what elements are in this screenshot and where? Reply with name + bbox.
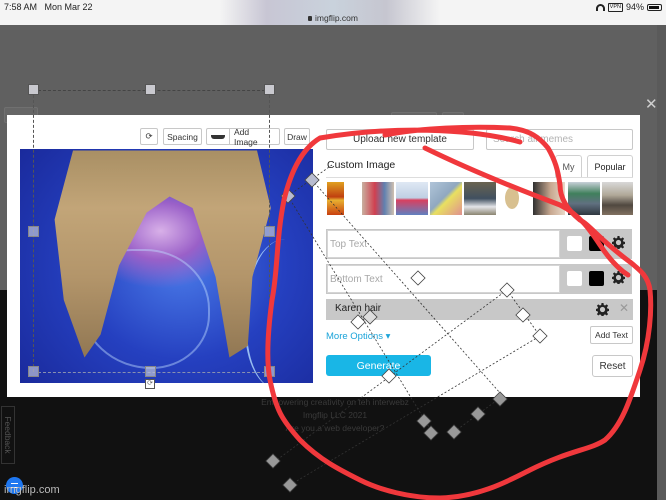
status-time: 7:58 AM Mon Mar 22 [4,2,93,12]
add-text-button[interactable]: Add Text [590,326,633,344]
bottom-text-input[interactable] [327,265,560,293]
footer-copyright: Imgflip LLC 2021 [302,410,368,420]
gear-icon[interactable] [612,271,625,284]
template-thumb[interactable] [396,182,428,215]
generate-button[interactable]: Generate [326,355,431,376]
template-thumb[interactable] [464,182,496,215]
remove-layer-icon[interactable]: ✕ [619,301,629,315]
feedback-tab[interactable]: Feedback [1,406,15,464]
glasses-icon [207,129,229,144]
gear-icon[interactable] [596,303,609,316]
search-memes-input[interactable] [486,129,633,150]
text-box-row [326,229,632,259]
rotate-handle[interactable]: ⟳ [145,379,155,389]
draw-button[interactable]: Draw [284,128,310,145]
template-thumb[interactable] [430,182,462,215]
resize-handle[interactable] [28,226,39,237]
add-image-label: Add Image [229,127,279,147]
reset-button[interactable]: Reset [592,355,633,377]
template-thumb[interactable] [602,182,633,215]
resize-handle[interactable] [145,84,156,95]
vpn-badge: VPN [607,2,623,12]
imgflip-watermark: imgflip.com [4,484,60,496]
gear-icon[interactable] [612,236,625,249]
lock-icon [308,16,312,21]
rotate-icon: ⟳ [145,131,153,141]
template-thumb[interactable] [327,182,344,215]
tab-popular[interactable]: Popular [587,155,633,177]
resize-handle[interactable] [264,366,275,377]
battery-percent: 94% [625,2,644,12]
spacing-button[interactable]: Spacing [163,128,202,145]
image-layer-row[interactable]: Karen hair ✕ [326,299,633,320]
tab-divider [326,177,633,178]
resize-handle[interactable] [264,226,275,237]
resize-handle[interactable] [145,366,156,377]
caret-down-icon: ▾ [385,331,391,342]
image-layer-label: Karen hair [335,303,382,314]
footer-developer-link[interactable]: Are you a web developer? [230,423,440,433]
text-box-row [326,264,632,294]
template-thumb[interactable] [568,182,600,215]
template-thumb[interactable] [505,187,519,209]
screen: 7:58 AM Mon Mar 22 imgflip.com VPN 94% ✕… [0,0,666,500]
outline-color-swatch[interactable] [567,271,582,286]
rotate-button[interactable]: ⟳ [140,128,158,145]
url-text: imgflip.com [315,13,358,23]
custom-image-label[interactable]: Custom Image [327,159,395,171]
ios-status-bar: 7:58 AM Mon Mar 22 imgflip.com VPN 94% [0,0,666,25]
page-scroll-edge [657,25,666,500]
outline-color-swatch[interactable] [567,236,582,251]
resize-handle[interactable] [28,84,39,95]
wifi-icon [595,3,605,11]
top-text-input[interactable] [327,230,560,258]
tab-my[interactable]: My [555,155,582,177]
upload-template-button[interactable]: Upload new template [326,129,474,150]
fill-color-swatch[interactable] [589,236,604,251]
status-indicators: VPN 94% [595,2,662,12]
footer-tagline: Empowering creativity on teh interwebz [261,397,409,407]
address-bar[interactable]: imgflip.com [0,13,666,23]
template-thumb[interactable] [362,182,394,215]
template-thumb[interactable] [533,182,565,215]
battery-icon [647,3,662,11]
close-icon[interactable]: ✕ [645,97,658,112]
fill-color-swatch[interactable] [589,271,604,286]
resize-handle[interactable] [28,366,39,377]
resize-handle[interactable] [264,84,275,95]
more-options-link[interactable]: More Options ▾ [326,331,390,342]
